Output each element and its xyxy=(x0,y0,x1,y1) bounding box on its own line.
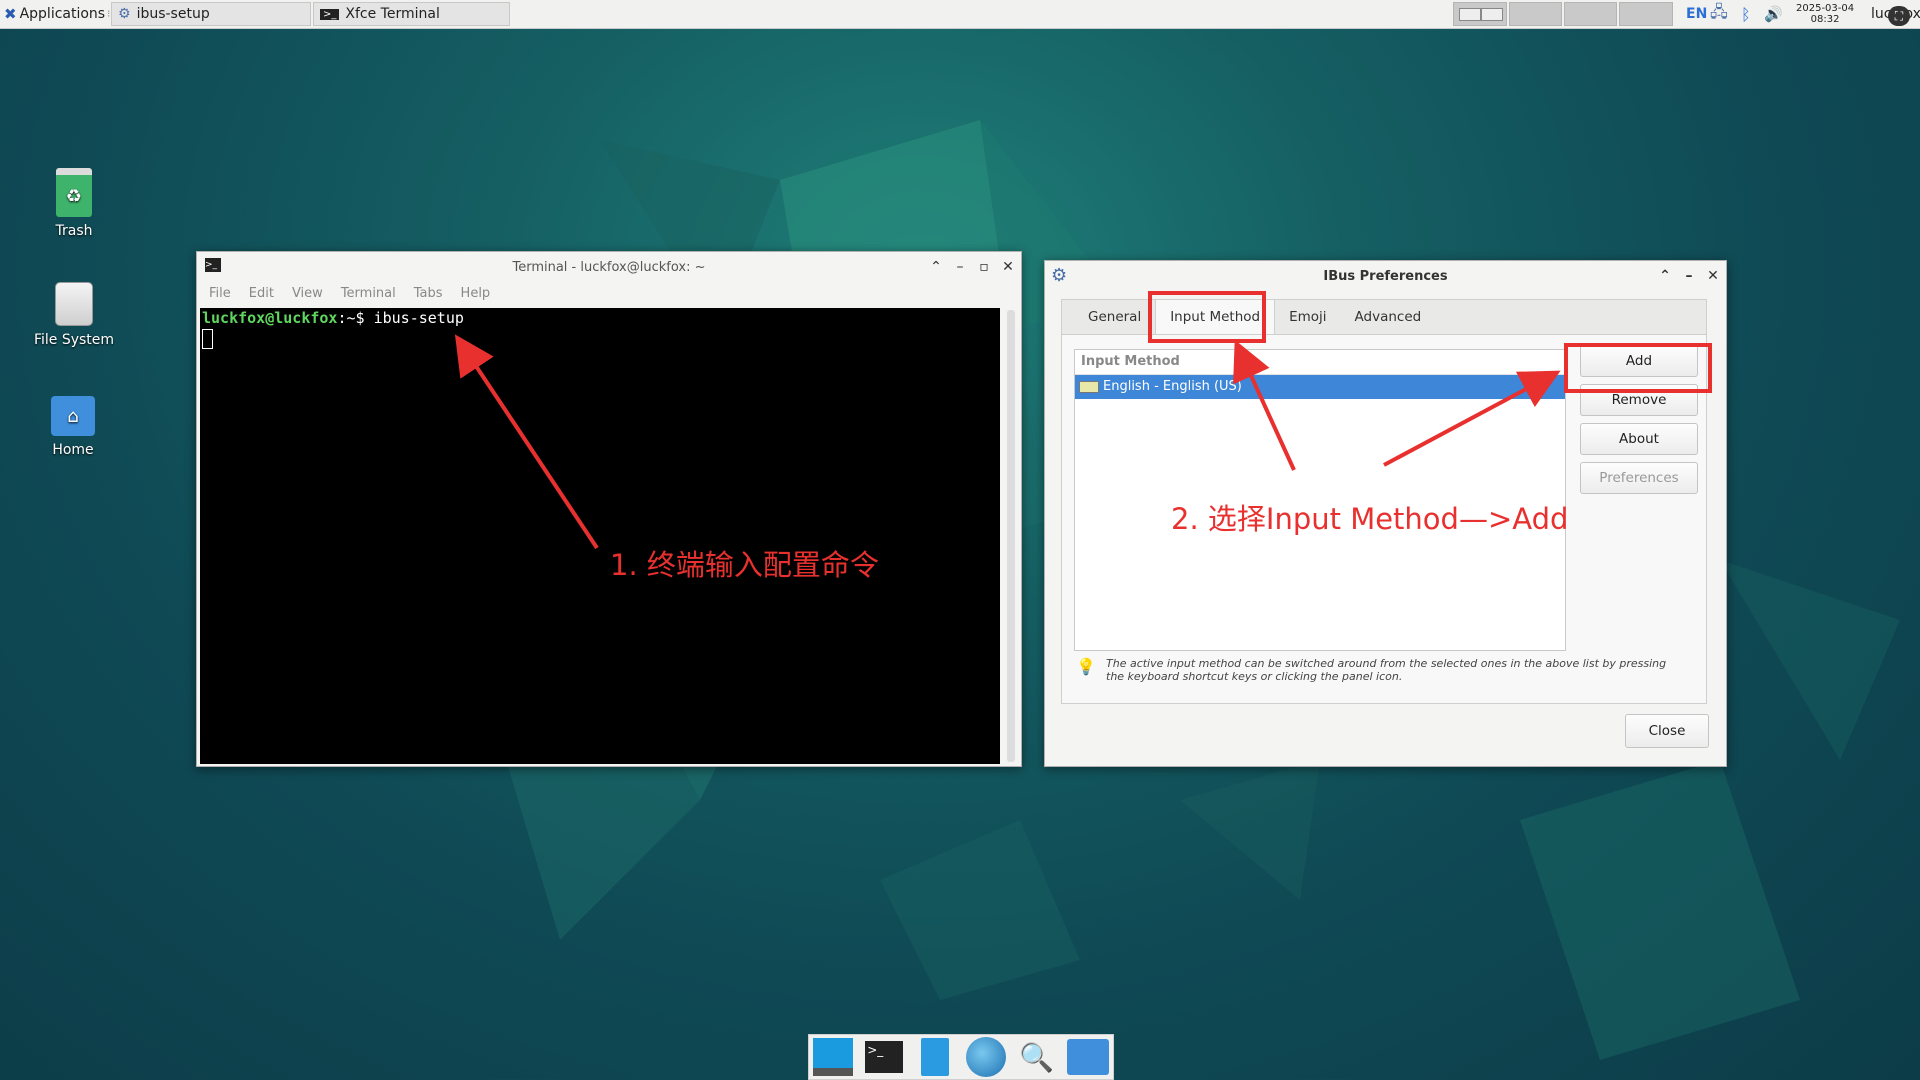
terminal-icon: >_ xyxy=(320,8,340,20)
terminal-command: ibus-setup xyxy=(364,309,464,327)
network-icon[interactable]: 🖧 xyxy=(1710,0,1728,28)
bluetooth-icon[interactable]: ᛒ xyxy=(1741,0,1751,28)
highlight-input-method-tab xyxy=(1148,291,1266,343)
ibus-gear-icon: ⚙ xyxy=(1051,265,1068,286)
shade-icon[interactable]: ⌃ xyxy=(1658,268,1672,284)
tab-emoji[interactable]: Emoji xyxy=(1275,300,1340,334)
gear-icon: ⚙ xyxy=(118,6,131,22)
terminal-scrollbar[interactable] xyxy=(1007,310,1015,762)
dock-file-manager[interactable] xyxy=(915,1037,956,1077)
applications-label: Applications xyxy=(19,6,106,22)
lightbulb-icon: 💡 xyxy=(1076,657,1096,676)
close-icon[interactable]: ✕ xyxy=(1001,259,1015,275)
list-item-label: English - English (US) xyxy=(1103,379,1242,394)
dock-show-desktop[interactable] xyxy=(813,1037,854,1077)
desktop-icon-trash[interactable]: ♻ Trash xyxy=(19,168,129,239)
maximize-icon[interactable]: ▫ xyxy=(977,259,991,275)
list-item[interactable]: English - English (US) xyxy=(1075,375,1565,399)
home-folder-icon: ⌂ xyxy=(51,396,95,436)
preferences-button[interactable]: Preferences xyxy=(1580,462,1698,494)
volume-icon[interactable]: 🔊 xyxy=(1764,0,1783,28)
menu-tabs[interactable]: Tabs xyxy=(414,286,443,301)
file-cabinet-icon xyxy=(920,1038,949,1076)
annotation-step-1: 1. 终端输入配置命令 xyxy=(610,548,879,582)
prompt-path: :~$ xyxy=(337,309,365,327)
applications-menu[interactable]: ✖ Applications ⁝ xyxy=(4,0,110,28)
close-icon[interactable]: ✕ xyxy=(1706,268,1720,284)
bottom-dock: >_ 🔍 xyxy=(808,1034,1114,1080)
desktop-icon-label: Home xyxy=(52,442,94,458)
hint-text: The active input method can be switched … xyxy=(1106,657,1667,683)
annotation-step-2: 2. 选择Input Method—>Add xyxy=(1171,502,1569,536)
shade-icon[interactable]: ⌃ xyxy=(929,259,943,275)
dock-web-browser[interactable] xyxy=(965,1037,1006,1077)
window-title: Terminal - luckfox@luckfox: ~ xyxy=(512,259,706,275)
close-button[interactable]: Close xyxy=(1625,714,1709,748)
clock-date: 2025-03-04 xyxy=(1796,3,1855,14)
dock-terminal[interactable]: >_ xyxy=(864,1037,905,1077)
dock-folder[interactable] xyxy=(1066,1037,1109,1077)
window-title: IBus Preferences xyxy=(1323,268,1448,284)
workspace-2[interactable] xyxy=(1509,2,1562,26)
prompt-user: luckfox@luckfox xyxy=(202,309,338,327)
screenshot-overlay-icon[interactable]: ⛶ xyxy=(1888,6,1910,26)
workspace-3[interactable] xyxy=(1564,2,1617,26)
minimize-icon[interactable]: – xyxy=(1682,268,1696,284)
menu-edit[interactable]: Edit xyxy=(249,286,274,301)
terminal-titlebar[interactable]: >_ Terminal - luckfox@luckfox: ~ ⌃ – ▫ ✕ xyxy=(197,252,1021,282)
taskbar-item-ibus-setup[interactable]: ⚙ ibus-setup xyxy=(111,2,311,26)
taskbar-item-label: Xfce Terminal xyxy=(345,6,440,22)
top-panel: ✖ Applications ⁝ ⚙ ibus-setup >_ Xfce Te… xyxy=(0,0,1920,29)
magnifier-icon: 🔍 xyxy=(1019,1040,1055,1074)
menu-terminal[interactable]: Terminal xyxy=(341,286,396,301)
language-indicator[interactable]: EN xyxy=(1686,0,1707,28)
ibus-titlebar[interactable]: ⚙ IBus Preferences ⌃ – ✕ xyxy=(1045,261,1726,291)
keyboard-icon xyxy=(1079,381,1099,393)
taskbar-item-terminal[interactable]: >_ Xfce Terminal xyxy=(313,2,510,26)
terminal-icon: >_ xyxy=(865,1041,904,1073)
show-desktop-icon xyxy=(813,1038,854,1076)
highlight-add-button xyxy=(1564,343,1712,393)
workspace-4[interactable] xyxy=(1619,2,1673,26)
terminal-output[interactable]: luckfox@luckfox:~$ ibus-setup xyxy=(200,308,1000,764)
terminal-line: luckfox@luckfox:~$ ibus-setup xyxy=(202,308,1000,328)
workspace-1[interactable] xyxy=(1453,2,1507,26)
dock-app-finder[interactable]: 🔍 xyxy=(1016,1037,1057,1077)
desktop-icon-label: Trash xyxy=(55,223,93,239)
hint-row: 💡 The active input method can be switche… xyxy=(1076,657,1686,683)
trash-icon: ♻ xyxy=(56,168,92,217)
menu-file[interactable]: File xyxy=(209,286,231,301)
xfce-logo-icon: ✖ xyxy=(4,5,17,23)
tab-general[interactable]: General xyxy=(1074,300,1155,334)
desktop-icon-label: File System xyxy=(33,332,115,348)
minimize-icon[interactable]: – xyxy=(953,259,967,275)
menu-dots-icon: ⁝ xyxy=(107,8,111,20)
folder-icon xyxy=(1066,1039,1109,1075)
desktop-icon-home[interactable]: ⌂ Home xyxy=(18,396,128,458)
tab-advanced[interactable]: Advanced xyxy=(1341,300,1436,334)
taskbar-item-label: ibus-setup xyxy=(136,6,210,22)
about-button[interactable]: About xyxy=(1580,423,1698,455)
globe-icon xyxy=(965,1037,1006,1077)
menu-help[interactable]: Help xyxy=(461,286,491,301)
menu-view[interactable]: View xyxy=(292,286,323,301)
terminal-menubar: File Edit View Terminal Tabs Help xyxy=(197,282,1021,304)
clock-time: 08:32 xyxy=(1810,14,1840,25)
hard-drive-icon xyxy=(55,282,93,326)
desktop-icon-file-system[interactable]: File System xyxy=(19,282,129,348)
list-header: Input Method xyxy=(1075,350,1565,375)
terminal-cursor xyxy=(202,329,213,349)
clock[interactable]: 2025-03-04 08:32 xyxy=(1796,0,1854,28)
terminal-window: >_ Terminal - luckfox@luckfox: ~ ⌃ – ▫ ✕… xyxy=(196,251,1022,767)
terminal-app-icon: >_ xyxy=(205,258,221,272)
